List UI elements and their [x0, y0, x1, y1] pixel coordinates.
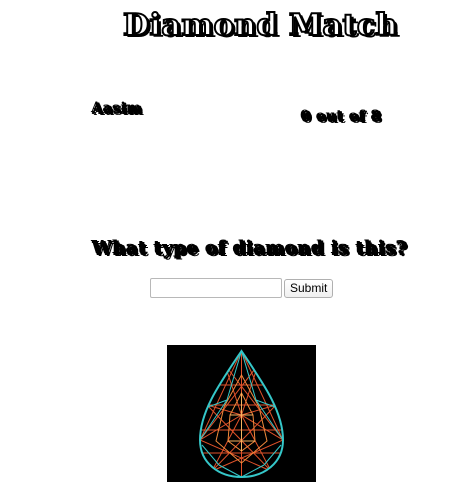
diamond-image	[167, 345, 316, 482]
player-name: Aasim	[92, 101, 143, 117]
question-text: What type of diamond is this?	[92, 238, 408, 259]
pear-diamond-icon	[167, 345, 316, 482]
answer-input[interactable]	[150, 278, 282, 298]
score-display: 0 out of 8	[301, 109, 382, 125]
answer-form: Submit	[150, 278, 334, 298]
submit-button[interactable]: Submit	[284, 278, 334, 298]
page-title: Diamond Match	[122, 7, 398, 44]
